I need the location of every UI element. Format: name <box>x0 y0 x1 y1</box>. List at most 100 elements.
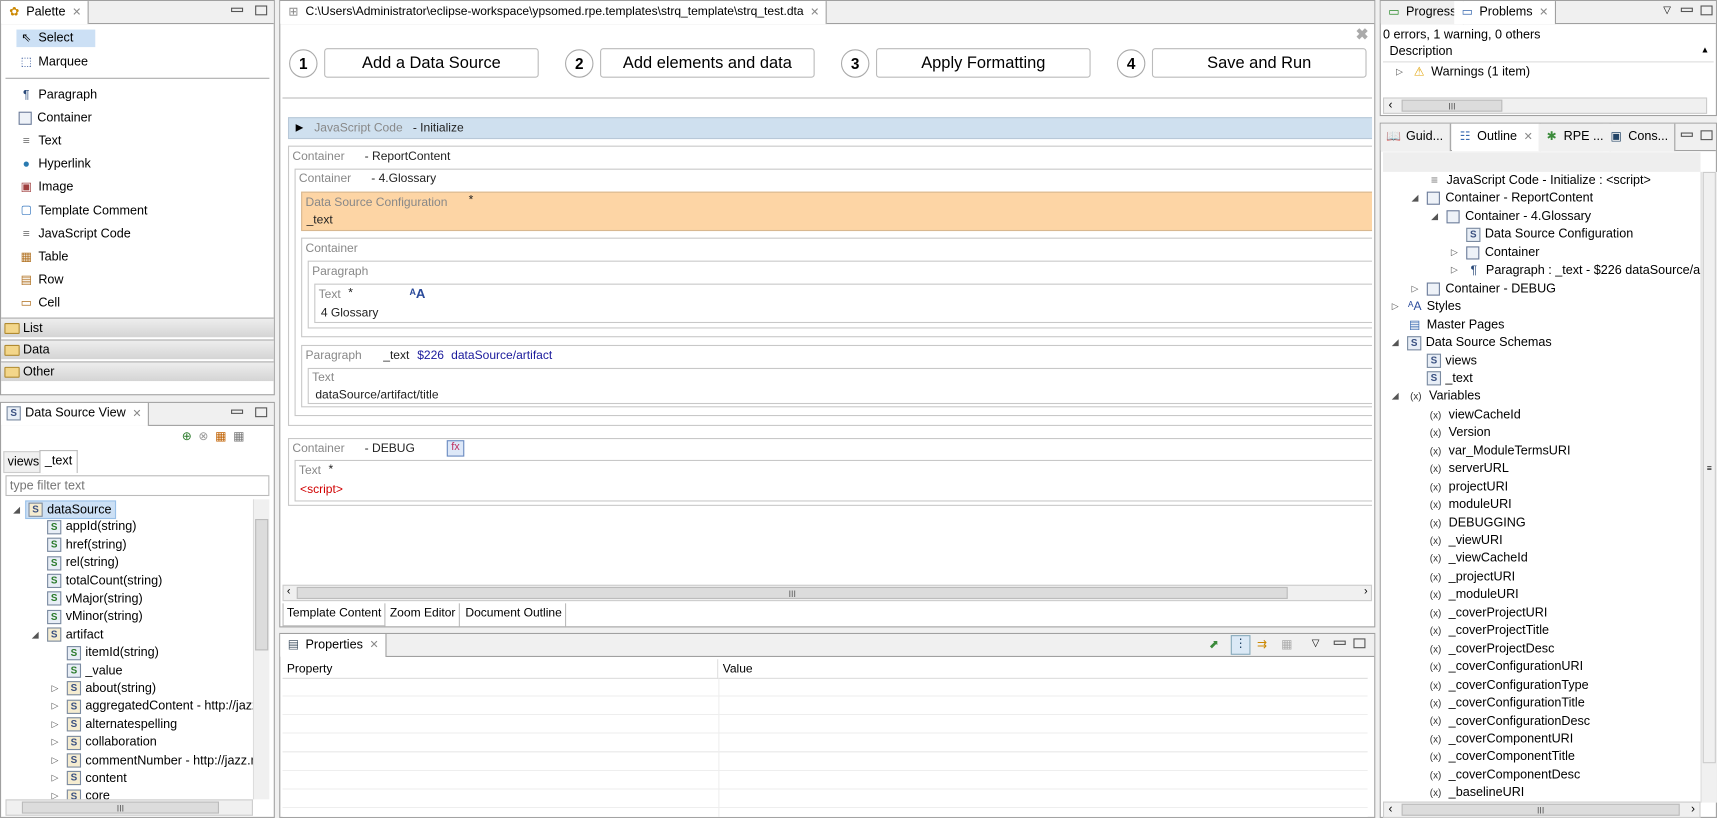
scroll-thumb[interactable]: III <box>1401 803 1680 816</box>
tree-item[interactable]: Srel(string) <box>45 554 119 572</box>
minimize-button[interactable] <box>1680 7 1693 13</box>
tab-rpe[interactable]: ✱ RPE ... <box>1538 123 1612 152</box>
tree-item[interactable]: Shref(string) <box>45 536 127 554</box>
restore-defaults-icon[interactable]: ▦ <box>1281 637 1292 651</box>
container-glossary[interactable]: Container - 4.Glossary Data Source Confi… <box>294 168 1373 417</box>
container-debug[interactable]: Container - DEBUG fx Text * <script> <box>287 438 1373 506</box>
tree-item[interactable]: (x) _viewCacheId <box>1425 550 1528 568</box>
drawer-data[interactable]: Data <box>1 339 274 360</box>
collapse-arrow-icon[interactable]: ◢ <box>32 626 39 644</box>
scroll-thumb[interactable] <box>255 519 269 651</box>
schema-options-icon[interactable]: ▦ <box>233 430 251 443</box>
tree-item[interactable]: S _value <box>65 662 123 680</box>
tree-item[interactable]: (x) _moduleURI <box>1425 586 1519 604</box>
editor-bottom-tab-document-outline[interactable]: Document Outline <box>462 603 567 627</box>
expand-arrow-icon[interactable]: ▷ <box>1451 262 1458 280</box>
tree-item[interactable]: ▷ Container - DEBUG <box>1411 280 1556 298</box>
editor-bottom-tab-template-content[interactable]: Template Content <box>282 603 386 627</box>
expand-arrow-icon[interactable]: ▷ <box>51 734 58 752</box>
minimize-button[interactable] <box>231 7 244 13</box>
tree-item[interactable]: ▷ Container <box>1451 244 1539 262</box>
collapse-arrow-icon[interactable]: ◢ <box>1431 208 1438 226</box>
expand-arrow-icon[interactable]: ▷ <box>51 788 58 799</box>
close-icon[interactable]: ✕ <box>369 640 378 652</box>
view-menu-icon[interactable]: ▽ <box>1312 637 1320 649</box>
tree-item[interactable]: ◢ Sartifact <box>32 626 103 644</box>
tree-item[interactable]: (x) _coverProjectTitle <box>1425 622 1549 640</box>
data-source-configuration-block[interactable]: Data Source Configuration * _text <box>301 191 1373 232</box>
maximize-button[interactable] <box>255 407 268 418</box>
maximize-button[interactable] <box>1700 130 1713 141</box>
palette-item-hyperlink[interactable]: ● Hyperlink <box>19 156 91 174</box>
tree-item[interactable]: ▷ SaggregatedContent - http://jazz <box>51 698 253 716</box>
scroll-left-icon[interactable]: ‹ <box>287 586 291 598</box>
datasource-vscrollbar[interactable] <box>252 499 270 800</box>
tree-item[interactable]: ▷ Scontent <box>51 770 127 788</box>
expand-arrow-icon[interactable]: ▷ <box>1411 280 1418 298</box>
container-inner[interactable]: Container Paragraph Text * ᴬA 4 Glossary <box>301 237 1373 338</box>
step-button-2[interactable]: Add elements and data <box>600 48 815 78</box>
close-icon[interactable]: ✕ <box>810 6 819 18</box>
outline-vscrollbar[interactable]: ≡ <box>1700 171 1717 803</box>
tree-item[interactable]: Sviews <box>1425 352 1477 370</box>
view-menu-icon[interactable]: ▽ <box>1663 4 1671 16</box>
tab-progress[interactable]: ▭ Progress <box>1380 1 1465 25</box>
datasource-hscrollbar[interactable]: III <box>5 799 253 816</box>
scroll-right-icon[interactable]: › <box>1691 803 1695 816</box>
expand-arrow-icon[interactable]: ▷ <box>1392 65 1407 80</box>
tree-item[interactable]: SvMinor(string) <box>45 608 143 626</box>
tree-item[interactable]: S _text <box>1425 370 1473 388</box>
expand-arrow-icon[interactable]: ▷ <box>1451 244 1458 262</box>
text-block[interactable]: Text dataSource/artifact/title <box>307 367 1373 405</box>
palette-item-text[interactable]: ≡ Text <box>19 133 62 151</box>
expand-arrow-icon[interactable]: ▷ <box>51 680 58 698</box>
palette-tool-select[interactable]: ⇖ Select <box>16 29 96 48</box>
collapse-arrow-icon[interactable]: ◢ <box>13 502 20 520</box>
column-header-value[interactable]: Value <box>718 659 1368 679</box>
scroll-thumb[interactable]: III <box>296 586 1288 599</box>
close-icon[interactable]: ✕ <box>72 7 81 19</box>
minimize-button[interactable] <box>1333 640 1346 645</box>
tree-item[interactable]: SappId(string) <box>45 518 136 536</box>
tree-item[interactable]: ◢ SdataSource <box>13 500 116 520</box>
tree-item[interactable]: (x) _coverProjectDesc <box>1425 640 1555 658</box>
tree-item[interactable]: ▷ Score <box>51 788 110 800</box>
new-window-icon[interactable]: ⬈ <box>1209 637 1219 651</box>
tab-data-source-view[interactable]: S Data Source View ✕ <box>1 402 150 426</box>
expand-arrow-icon[interactable]: ▷ <box>51 698 58 716</box>
tree-item[interactable]: ▷ ScommentNumber - http://jazz.n <box>51 752 253 770</box>
tree-item[interactable]: (x) viewCacheId <box>1425 406 1521 424</box>
scroll-left-icon[interactable]: ‹ <box>1388 803 1392 816</box>
tree-item[interactable]: SvMajor(string) <box>45 590 143 608</box>
collapse-arrow-icon[interactable]: ◢ <box>1392 388 1399 406</box>
remove-schema-icon[interactable]: ⊗ <box>198 430 215 443</box>
minimize-button[interactable] <box>1680 132 1693 137</box>
schema-tab-text[interactable]: _text <box>39 450 78 474</box>
collapse-arrow-icon[interactable]: ◢ <box>1411 190 1418 208</box>
tab-outline[interactable]: ☷ Outline ✕ <box>1451 123 1541 152</box>
tree-item[interactable]: ▷ Scollaboration <box>51 734 157 752</box>
expand-arrow-icon[interactable]: ▶ <box>296 122 304 134</box>
add-element-icon[interactable]: ▦ <box>215 430 233 443</box>
tree-item[interactable]: ◢ (x) Variables <box>1392 388 1481 406</box>
maximize-button[interactable] <box>255 5 268 16</box>
tab-palette[interactable]: ✿ Palette ✕ <box>1 1 89 25</box>
tree-item[interactable]: (x) _coverConfigurationDesc <box>1425 712 1590 730</box>
palette-item-image[interactable]: ▣ Image <box>19 179 74 197</box>
tree-item[interactable]: (x) _coverConfigurationType <box>1425 676 1589 694</box>
template-canvas[interactable]: ▶ JavaScript Code - Initialize Container… <box>282 97 1373 584</box>
expand-arrow-icon[interactable]: ▷ <box>1392 298 1399 316</box>
tree-item[interactable]: ▷ ᴬA Styles <box>1392 298 1461 316</box>
step-button-4[interactable]: Save and Run <box>1151 48 1367 78</box>
scroll-left-icon[interactable]: ‹ <box>1388 99 1392 112</box>
show-advanced-icon[interactable]: ⇉ <box>1257 637 1267 651</box>
tree-item[interactable]: (x) _viewURI <box>1425 532 1503 550</box>
problems-hscrollbar[interactable]: ‹ III <box>1382 97 1708 114</box>
tree-item[interactable]: ▷ ¶ Paragraph : _text - $226 dataSource/ar… <box>1451 262 1701 280</box>
tree-item[interactable]: (x) _coverConfigurationURI <box>1425 658 1583 676</box>
tree-item[interactable]: ▷ Sabout(string) <box>51 680 156 698</box>
maximize-button[interactable] <box>1700 5 1713 16</box>
scroll-thumb[interactable]: III <box>21 801 220 814</box>
close-steps-icon[interactable]: ✖ <box>1356 25 1369 44</box>
palette-item-template-comment[interactable]: ▢ Template Comment <box>19 202 148 220</box>
